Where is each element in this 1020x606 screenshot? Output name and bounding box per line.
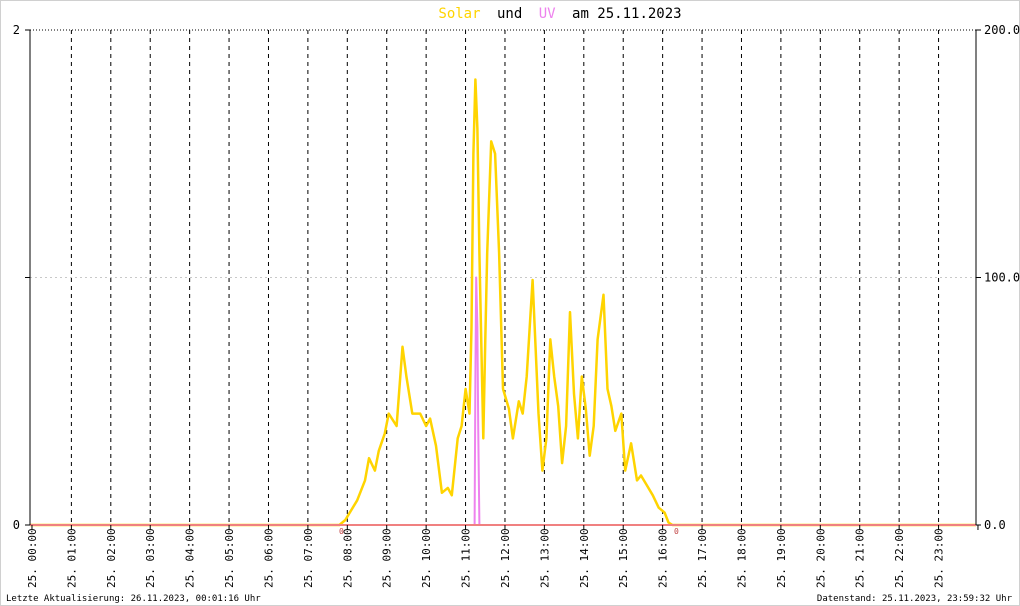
title-und-word: und bbox=[497, 6, 522, 22]
x-tick-label: 25. 02:00 bbox=[105, 528, 118, 588]
x-tick-label: 25. 22:00 bbox=[893, 528, 906, 588]
x-tick-label: 25. 14:00 bbox=[578, 528, 591, 588]
x-tick-label: 25. 10:00 bbox=[420, 528, 433, 588]
right-tick-label: 100.0 bbox=[984, 271, 1020, 285]
min-max-marker: 0 bbox=[674, 527, 679, 536]
chart-border bbox=[0, 0, 1020, 606]
x-tick-label: 25. 09:00 bbox=[381, 528, 394, 588]
x-tick-label: 25. 07:00 bbox=[302, 528, 315, 588]
right-tick-label: 0.0 bbox=[984, 518, 1006, 532]
series-layer bbox=[30, 78, 976, 527]
footer-last-update: Letzte Aktualisierung: 26.11.2023, 00:01… bbox=[6, 594, 261, 604]
x-tick-label: 25. 23:00 bbox=[933, 528, 946, 588]
solar-series-line bbox=[30, 78, 976, 527]
x-tick-label: 25. 15:00 bbox=[617, 528, 630, 588]
axis-layer bbox=[25, 29, 981, 530]
left-tick-label: 2 bbox=[13, 23, 20, 37]
x-tick-label: 25. 17:00 bbox=[696, 528, 709, 588]
title-date-phrase: am 25.11.2023 bbox=[572, 6, 682, 22]
x-tick-label: 25. 20:00 bbox=[814, 528, 827, 588]
x-tick-label: 25. 04:00 bbox=[184, 528, 197, 588]
label-layer: 0 2 0.0 100.0 200.0 25. 00:00 25. 01:00 25. 02:… bbox=[13, 23, 1020, 588]
x-tick-label: 25. 12:00 bbox=[499, 528, 512, 588]
x-tick-label: 25. 11:00 bbox=[460, 528, 473, 588]
min-max-marker: 0 bbox=[339, 527, 344, 536]
x-tick-label: 25. 16:00 bbox=[657, 528, 670, 588]
x-tick-label: 25. 00:00 bbox=[26, 528, 39, 588]
solar-uv-chart: Solar und UV am 25.11.2023 0 2 0.0 100.0 200… bbox=[0, 0, 1020, 606]
grid-layer bbox=[30, 29, 976, 525]
title-uv-word: UV bbox=[539, 6, 556, 22]
x-tick-label: 25. 19:00 bbox=[775, 528, 788, 588]
x-tick-label: 25. 13:00 bbox=[538, 528, 551, 588]
chart-title: Solar und UV am 25.11.2023 bbox=[438, 6, 681, 22]
x-tick-label: 25. 05:00 bbox=[223, 528, 236, 588]
x-tick-label: 25. 18:00 bbox=[735, 528, 748, 588]
x-tick-label: 25. 01:00 bbox=[65, 528, 78, 588]
uv-series-line bbox=[30, 276, 976, 526]
x-tick-label: 25. 08:00 bbox=[341, 528, 354, 588]
x-tick-label: 25. 06:00 bbox=[262, 528, 275, 588]
left-tick-label: 0 bbox=[13, 518, 20, 532]
footer-data-status: Datenstand: 25.11.2023, 23:59:32 Uhr bbox=[817, 594, 1013, 604]
chart-canvas: Solar und UV am 25.11.2023 0 2 0.0 100.0 200… bbox=[0, 0, 1020, 606]
x-tick-label: 25. 03:00 bbox=[144, 528, 157, 588]
right-tick-label: 200.0 bbox=[984, 23, 1020, 37]
x-tick-label: 25. 21:00 bbox=[854, 528, 867, 588]
title-solar-word: Solar bbox=[438, 6, 480, 22]
